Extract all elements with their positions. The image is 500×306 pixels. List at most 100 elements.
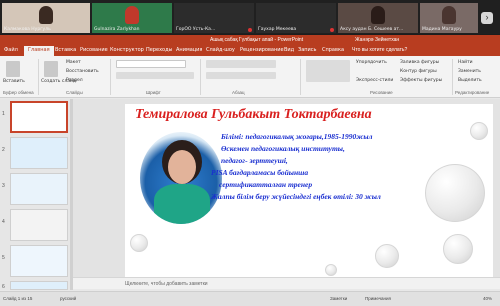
mic-muted-icon — [330, 28, 334, 32]
divider — [300, 59, 301, 95]
thumb-number: 4 — [2, 219, 5, 225]
slide-stage: Темиралова Гульбакыт Токтарбаевна Білімі… — [73, 99, 500, 282]
shape-fill-button[interactable]: Заливка фигуры — [400, 60, 439, 65]
participant-tile[interactable]: Гаухар Мекеева — [256, 3, 336, 33]
status-bar: Слайд 1 из 15 русский Заметки Примечания… — [0, 291, 500, 306]
tab-design[interactable]: Конструктор — [110, 47, 144, 53]
font-format-buttons[interactable] — [116, 72, 194, 79]
divider — [38, 59, 39, 95]
notes-pane[interactable]: Щелкните, чтобы добавить заметки — [73, 277, 500, 289]
slide-thumbnail[interactable] — [10, 281, 68, 290]
slide-text-line: Өскемен педагогикалық институты, — [221, 144, 345, 153]
window-title: Ашық сабақ Гүлбақыт апай - PowerPoint — [210, 37, 304, 43]
thumb-number: 2 — [2, 147, 5, 153]
group-label: Буфер обмена — [3, 90, 34, 95]
slide-thumbnail[interactable] — [10, 209, 68, 241]
slide-text-line: PISA бағдарламасы бойынша — [211, 168, 309, 177]
tab-file[interactable]: Файл — [4, 47, 18, 53]
tab-insert[interactable]: Вставка — [55, 47, 76, 53]
reset-button[interactable]: Восстановить — [66, 69, 99, 74]
participant-tile[interactable]: Мадина Магауру — [420, 3, 478, 33]
align-buttons[interactable] — [206, 72, 276, 79]
slide-counter: Слайд 1 из 15 — [3, 296, 33, 301]
slide-text-line: педагог- зерттеуші, — [221, 156, 288, 165]
slide-thumbnails: 1 2 3 4 5 6 — [0, 99, 73, 290]
tab-record[interactable]: Запись — [298, 47, 316, 53]
water-drop — [375, 244, 399, 268]
slide-thumbnail[interactable] — [10, 245, 68, 277]
font-select[interactable] — [116, 60, 186, 68]
slide-title: Темиралова Гульбакыт Токтарбаевна — [135, 107, 372, 122]
tab-help[interactable]: Справка — [322, 47, 344, 53]
participant-tile[interactable]: ГорОО Усть-Ка... — [174, 3, 254, 33]
participant-name: Калмакова Нургуль — [4, 27, 51, 32]
comments-button[interactable]: Примечания — [365, 296, 391, 301]
layout-button[interactable]: Макет — [66, 60, 81, 65]
language-indicator[interactable]: русский — [60, 296, 76, 301]
slide-text-line: сертификатталған тренер — [219, 180, 313, 189]
shapes-gallery[interactable] — [306, 60, 350, 82]
thumb-number: 6 — [2, 284, 5, 290]
select-button[interactable]: Выделить — [458, 78, 482, 83]
notes-button[interactable]: Заметки — [330, 296, 347, 301]
participant-name: ГорОО Усть-Ка... — [176, 27, 216, 32]
tab-view[interactable]: Вид — [284, 47, 294, 53]
tab-home[interactable]: Главная — [24, 46, 54, 56]
participant-tile[interactable]: Gulnazira Zarlykhan — [92, 3, 172, 33]
chevron-right-icon[interactable]: › — [481, 12, 493, 24]
ribbon: Вставить Буфер обмена Создать слайд Маке… — [0, 56, 500, 98]
participant-tile[interactable]: Аксу аудан Б. Сешеев ат... — [338, 3, 418, 33]
paste-icon[interactable] — [6, 61, 20, 77]
title-bar: Ашық сабақ Гүлбақыт апай - PowerPoint Жа… — [0, 35, 500, 45]
group-label: Абзац — [232, 90, 245, 95]
slide-text-line: Жалпы білім беру жүйесіндегі еңбек өтілі… — [211, 192, 381, 201]
replace-button[interactable]: Заменить — [458, 69, 481, 74]
paragraph-buttons[interactable] — [206, 60, 276, 68]
water-drop — [443, 234, 473, 264]
new-slide-icon[interactable] — [44, 61, 58, 77]
participant-name: Гаухар Мекеева — [258, 27, 297, 32]
tab-slideshow[interactable]: Слайд-шоу — [206, 47, 235, 53]
slide-thumbnail[interactable] — [10, 101, 68, 133]
group-label: Рисование — [370, 90, 393, 95]
tab-animations[interactable]: Анимация — [176, 47, 202, 53]
slide-thumbnail[interactable] — [10, 137, 68, 169]
group-label: Слайды — [66, 90, 83, 95]
divider — [200, 59, 201, 95]
water-drop — [130, 234, 148, 252]
screen: Калмакова Нургуль Gulnazira Zarlykhan Го… — [0, 0, 500, 306]
slide-text-line: Білімі: педагогикалық жоғары,1985-1990жы… — [221, 132, 373, 141]
mic-muted-icon — [248, 28, 252, 32]
shape-effects-button[interactable]: Эффекты фигуры — [400, 78, 442, 83]
current-slide[interactable]: Темиралова Гульбакыт Токтарбаевна Білімі… — [125, 104, 493, 282]
find-button[interactable]: Найти — [458, 60, 473, 65]
tab-review[interactable]: Рецензирование — [240, 47, 284, 53]
tab-transitions[interactable]: Переходы — [146, 47, 173, 53]
divider — [452, 59, 453, 95]
zoom-level[interactable]: 40% — [483, 296, 492, 301]
thumb-number: 1 — [2, 111, 5, 117]
thumb-number: 5 — [2, 255, 5, 261]
participant-name: Gulnazira Zarlykhan — [94, 27, 140, 32]
user-name[interactable]: Жанәрә Зейнетхан — [355, 37, 399, 43]
section-button[interactable]: Раздел — [66, 78, 83, 83]
water-drop — [325, 264, 337, 276]
divider — [110, 59, 111, 95]
participant-strip: Калмакова Нургуль Gulnazira Zarlykhan Го… — [0, 0, 500, 34]
group-label: Редактирование — [455, 90, 490, 95]
participant-video — [125, 6, 139, 24]
paste-button[interactable]: Вставить — [3, 79, 25, 84]
shape-outline-button[interactable]: Контур фигуры — [400, 69, 437, 74]
participant-tile[interactable]: Калмакова Нургуль — [2, 3, 90, 33]
participant-video — [39, 6, 53, 24]
arrange-button[interactable]: Упорядочить — [356, 60, 387, 65]
thumb-number: 3 — [2, 183, 5, 189]
slide-thumbnail[interactable] — [10, 173, 68, 205]
powerpoint-window: Ашық сабақ Гүлбақыт апай - PowerPoint Жа… — [0, 35, 500, 306]
participant-video — [442, 6, 456, 24]
quick-styles-button[interactable]: Экспресс-стили — [356, 78, 393, 83]
ribbon-tabs: Файл Главная Вставка Рисование Конструкт… — [0, 45, 500, 56]
water-drop — [470, 122, 488, 140]
tab-draw[interactable]: Рисование — [80, 47, 108, 53]
tell-me-input[interactable]: Что вы хотите сделать? — [352, 47, 407, 53]
